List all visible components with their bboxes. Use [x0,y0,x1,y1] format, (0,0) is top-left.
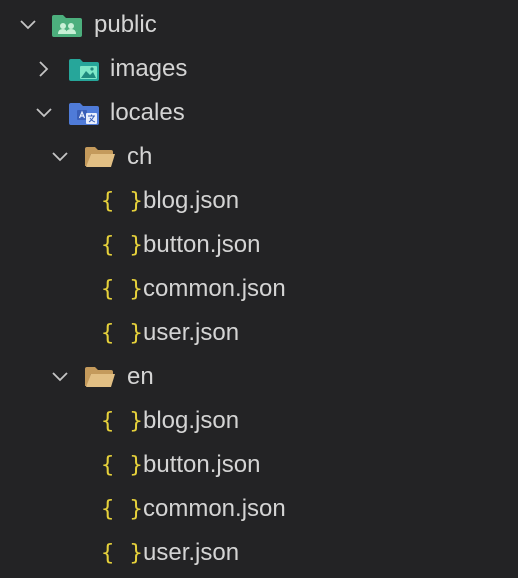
json-braces-icon: { } [101,452,144,478]
tree-item-file[interactable]: { } button.json [0,443,518,487]
folder-open-icon [84,355,116,399]
tree-item-label: images [110,55,188,82]
public-folder-icon [51,3,83,47]
tree-item-file[interactable]: { } common.json [0,487,518,531]
tree-item-label: common.json [143,275,286,302]
tree-item-public[interactable]: public [0,3,518,47]
tree-item-label: en [127,363,154,390]
tree-item-label: blog.json [143,407,240,434]
json-braces-icon: { } [101,408,144,434]
tree-item-label: user.json [143,319,240,346]
tree-item-file[interactable]: { } common.json [0,267,518,311]
file-explorer-tree: public images locales ch {} blog.json {… [0,3,518,575]
json-braces-icon: { } [101,232,144,258]
json-braces-icon: { } [101,540,144,566]
tree-item-label: ch [127,143,153,170]
tree-item-images[interactable]: images [0,47,518,91]
tree-item-locales[interactable]: locales [0,91,518,135]
tree-item-label: button.json [143,451,261,478]
tree-item-file[interactable]: { } blog.json [0,179,518,223]
tree-item-en[interactable]: en [0,355,518,399]
tree-item-file[interactable]: { } user.json [0,311,518,355]
tree-item-ch[interactable]: ch [0,135,518,179]
chevron-down-icon[interactable] [16,3,40,47]
json-braces-icon: { } [101,188,144,214]
locales-folder-icon [68,91,100,135]
json-braces-icon: { } [101,320,144,346]
json-braces-icon: { } [101,276,144,302]
tree-item-label: locales [110,99,185,126]
tree-item-label: common.json [143,495,286,522]
tree-item-file[interactable]: { } blog.json [0,399,518,443]
tree-item-file[interactable]: { } user.json [0,531,518,575]
tree-item-file[interactable]: { } button.json [0,223,518,267]
chevron-down-icon[interactable] [48,355,72,399]
json-braces-icon: { } [101,496,144,522]
tree-item-label: public [94,11,157,38]
tree-item-label: button.json [143,231,261,258]
images-folder-icon [68,47,100,91]
tree-item-label: user.json [143,539,240,566]
chevron-down-icon[interactable] [32,91,56,135]
tree-item-label: blog.json [143,187,240,214]
chevron-down-icon[interactable] [48,135,72,179]
chevron-right-icon[interactable] [32,47,56,91]
folder-open-icon [84,135,116,179]
